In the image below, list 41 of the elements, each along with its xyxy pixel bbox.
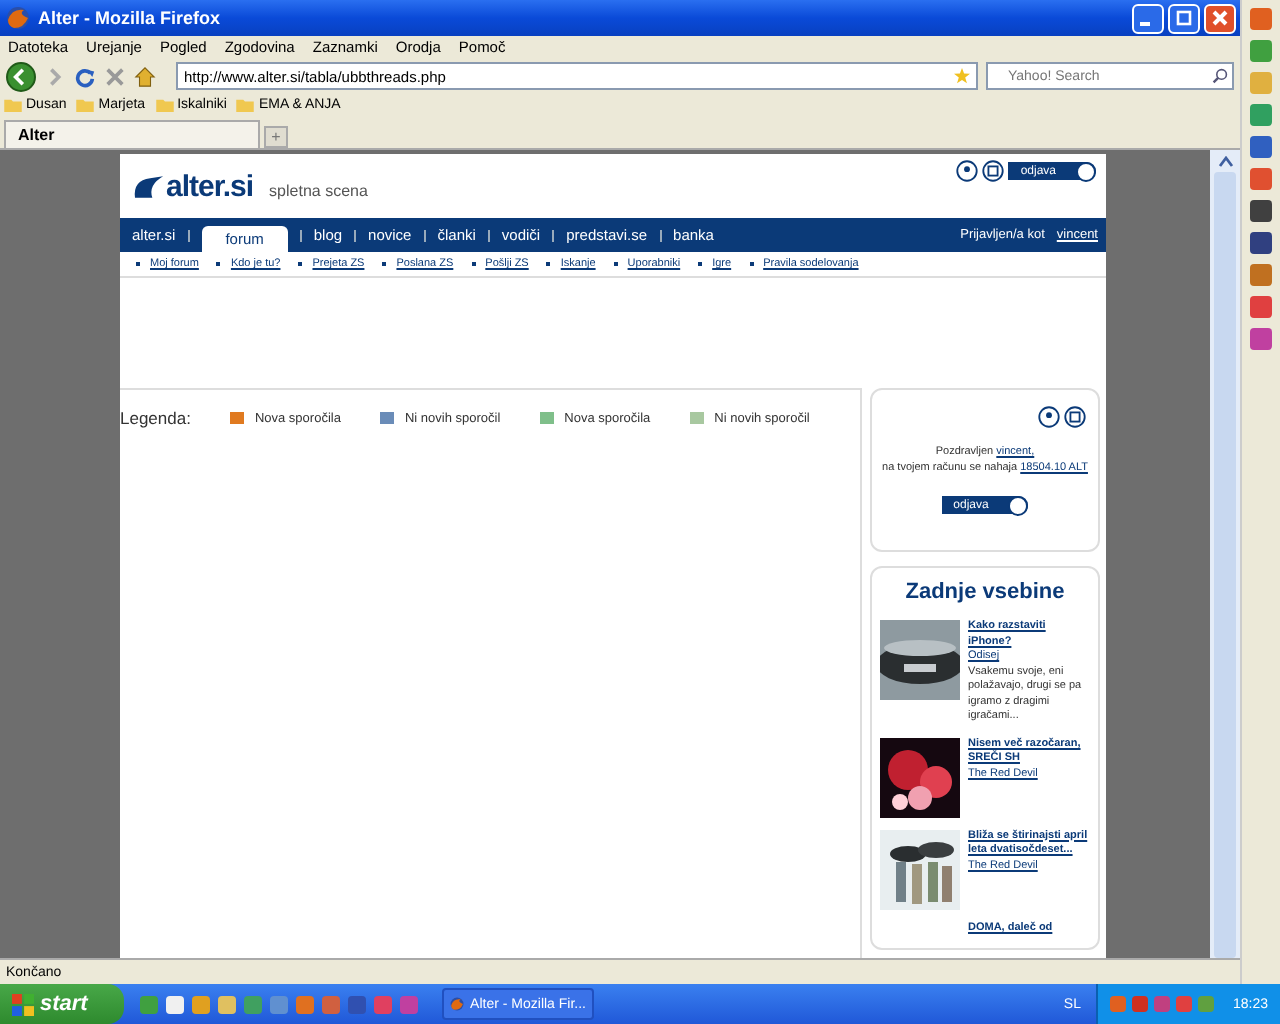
person-circle-icon[interactable] <box>956 160 979 182</box>
section-title: Zadnje vsebine <box>903 580 1067 604</box>
search-icon[interactable] <box>1212 68 1228 84</box>
folder-icon <box>4 98 22 112</box>
site-tagline: spletna scena <box>269 182 368 200</box>
person-circle-icon[interactable] <box>1038 406 1060 428</box>
back-button[interactable] <box>6 61 36 91</box>
folder-icon <box>76 98 95 112</box>
app-icon[interactable] <box>1250 296 1272 318</box>
reload-icon[interactable] <box>74 65 96 87</box>
home-icon[interactable] <box>134 65 156 87</box>
close-button[interactable] <box>1204 3 1236 33</box>
close-icon <box>1210 8 1230 28</box>
fox-globe-icon <box>450 994 465 1014</box>
forward-icon[interactable] <box>44 65 66 87</box>
star-icon[interactable] <box>954 68 970 84</box>
folder-icon <box>155 98 174 112</box>
maximize-icon <box>1174 8 1194 28</box>
windows-flag-icon <box>12 993 34 1015</box>
app-icon[interactable] <box>1250 328 1272 350</box>
legend-label: Legenda: <box>120 408 191 428</box>
app-icon[interactable] <box>1250 8 1272 30</box>
window-circle-icon[interactable] <box>982 160 1005 182</box>
scrollbar[interactable] <box>1210 150 1240 958</box>
minimize-button[interactable] <box>1132 3 1164 33</box>
window-circle-icon[interactable] <box>1064 406 1086 428</box>
start-button[interactable]: start <box>0 984 124 1024</box>
minimize-icon <box>1140 21 1150 25</box>
app-icon[interactable] <box>1250 232 1272 254</box>
app-icon[interactable] <box>1250 168 1272 190</box>
stop-icon[interactable] <box>104 65 126 87</box>
maximize-button[interactable] <box>1168 3 1200 33</box>
folder-icon <box>236 98 255 112</box>
scroll-up-icon[interactable] <box>1217 156 1233 168</box>
app-icon[interactable] <box>1250 200 1272 222</box>
fox-globe-icon <box>6 6 30 30</box>
window-title: Alter - Mozilla Firefox <box>38 8 223 28</box>
browser-tab[interactable]: Alter <box>4 120 260 148</box>
app-icon[interactable] <box>1250 264 1272 286</box>
site-logo[interactable]: alter.si <box>132 169 254 203</box>
app-icon[interactable] <box>1250 136 1272 158</box>
